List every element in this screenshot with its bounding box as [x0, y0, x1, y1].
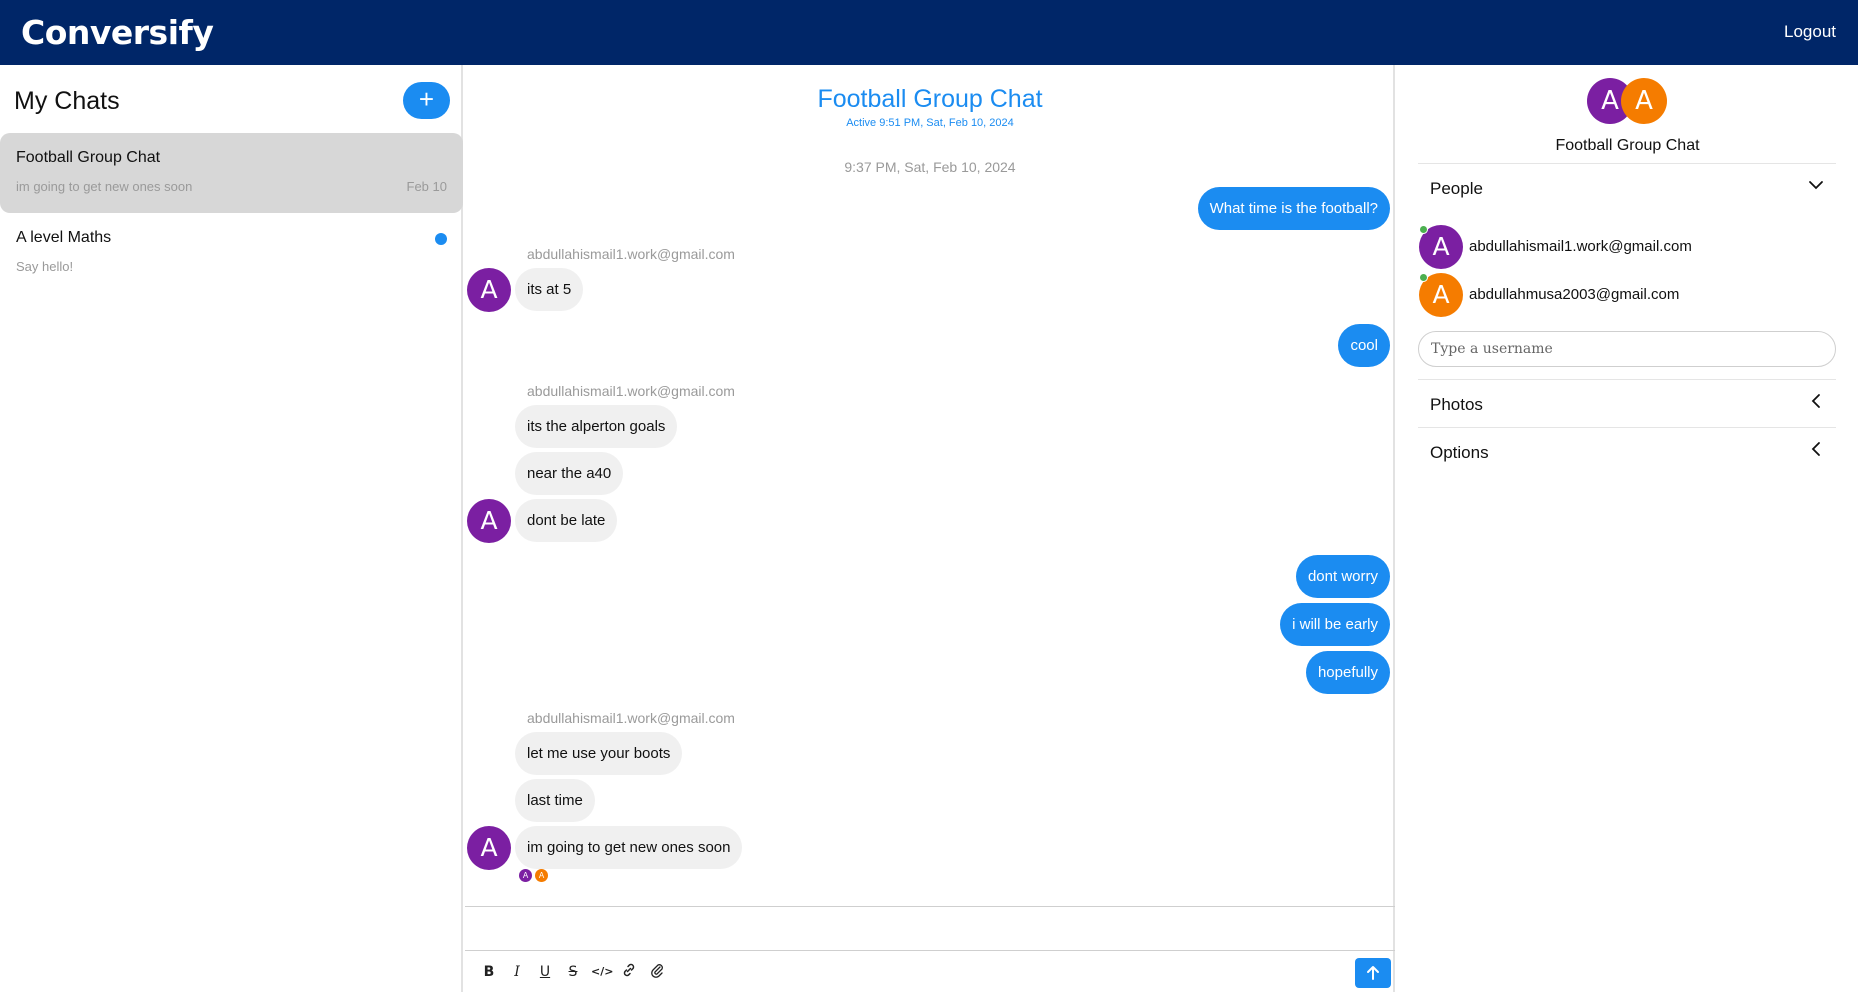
top-bar: Conversify Logout	[0, 0, 1858, 65]
person-email: abdullahmusa2003@gmail.com	[1469, 286, 1680, 303]
person-item[interactable]: A abdullahmusa2003@gmail.com	[1419, 273, 1837, 317]
chevron-left-icon	[1811, 394, 1820, 408]
message-bubble-incoming: last time	[515, 779, 595, 822]
message-bubble-incoming: near the a40	[515, 452, 624, 495]
sender-avatar: A	[467, 826, 511, 870]
message-bubble-incoming: im going to get new ones soon	[515, 826, 743, 869]
chat-list-item-a-level-maths[interactable]: A level Maths Say hello!	[0, 213, 463, 293]
message-sender: abdullahismail1.work@gmail.com	[527, 710, 735, 726]
sender-avatar: A	[467, 268, 511, 312]
chat-list-panel: My Chats + Football Group Chat im going …	[0, 65, 463, 992]
strikethrough-icon[interactable]: S	[563, 962, 583, 982]
chat-list-item-title: Football Group Chat	[16, 149, 161, 166]
message-bubble-outgoing: i will be early	[1280, 603, 1390, 646]
username-input[interactable]	[1418, 331, 1836, 367]
message-bubble-outgoing: cool	[1338, 324, 1390, 367]
underline-icon[interactable]: U	[535, 962, 555, 982]
chat-list-item-preview: im going to get new ones soon	[16, 179, 193, 194]
chat-list-title: My Chats	[14, 87, 120, 115]
chat-title: Football Group Chat	[817, 85, 1043, 113]
chat-list-item-title: A level Maths	[16, 229, 112, 246]
logout-button[interactable]: Logout	[1784, 22, 1836, 42]
message-bubble-incoming: dont be late	[515, 499, 618, 542]
chat-panel: Football Group Chat Active 9:51 PM, Sat,…	[465, 65, 1395, 992]
person-item[interactable]: A abdullahismail1.work@gmail.com	[1419, 225, 1837, 269]
online-indicator	[1419, 273, 1428, 282]
avatar: A	[1621, 78, 1667, 124]
bold-icon[interactable]: B	[479, 962, 499, 982]
message-sender: abdullahismail1.work@gmail.com	[527, 246, 735, 262]
chat-list-item-football-group-chat[interactable]: Football Group Chat im going to get new …	[0, 133, 463, 213]
italic-icon[interactable]: I	[507, 962, 527, 982]
read-receipt-avatar: A	[519, 869, 532, 882]
message-bubble-incoming: let me use your boots	[515, 732, 683, 775]
group-avatars: A A	[1587, 78, 1677, 124]
person-email: abdullahismail1.work@gmail.com	[1469, 238, 1692, 255]
online-indicator	[1419, 225, 1428, 234]
chat-details-panel: A A Football Group Chat People A abdulla…	[1397, 65, 1858, 992]
message-timestamp: 9:37 PM, Sat, Feb 10, 2024	[844, 159, 1016, 175]
options-section-header[interactable]: Options	[1418, 427, 1836, 474]
people-label: People	[1430, 179, 1483, 198]
unread-dot	[435, 233, 447, 245]
read-receipt-avatar: A	[535, 869, 548, 882]
arrow-up-icon	[1367, 966, 1379, 980]
message-sender: abdullahismail1.work@gmail.com	[527, 383, 735, 399]
sender-avatar: A	[467, 499, 511, 543]
message-bubble-outgoing: dont worry	[1295, 555, 1390, 598]
details-title: Football Group Chat	[1555, 137, 1700, 154]
chat-list-item-date: Feb 10	[406, 179, 447, 194]
chevron-left-icon	[1811, 442, 1820, 456]
chat-list-item-preview: Say hello!	[16, 259, 74, 274]
send-button[interactable]	[1355, 958, 1391, 988]
message-bubble-incoming: its at 5	[515, 268, 584, 311]
options-label: Options	[1430, 443, 1489, 462]
link-icon[interactable]	[619, 962, 639, 982]
message-input[interactable]	[465, 906, 1395, 951]
message-bubble-incoming: its the alperton goals	[515, 405, 678, 448]
code-icon[interactable]: </>	[591, 962, 613, 982]
message-bubble-outgoing: What time is the football?	[1197, 187, 1390, 230]
photos-label: Photos	[1430, 395, 1483, 414]
chat-active-status: Active 9:51 PM, Sat, Feb 10, 2024	[846, 117, 1014, 129]
app-logo: Conversify	[21, 13, 214, 52]
message-bubble-outgoing: hopefully	[1305, 651, 1390, 694]
photos-section-header[interactable]: Photos	[1418, 379, 1836, 426]
chevron-down-icon	[1809, 181, 1823, 190]
new-chat-button[interactable]: +	[403, 82, 450, 119]
formatting-toolbar: B I U S </>	[465, 951, 1395, 992]
people-section-header[interactable]: People	[1418, 163, 1836, 210]
attachment-icon[interactable]	[647, 962, 667, 982]
